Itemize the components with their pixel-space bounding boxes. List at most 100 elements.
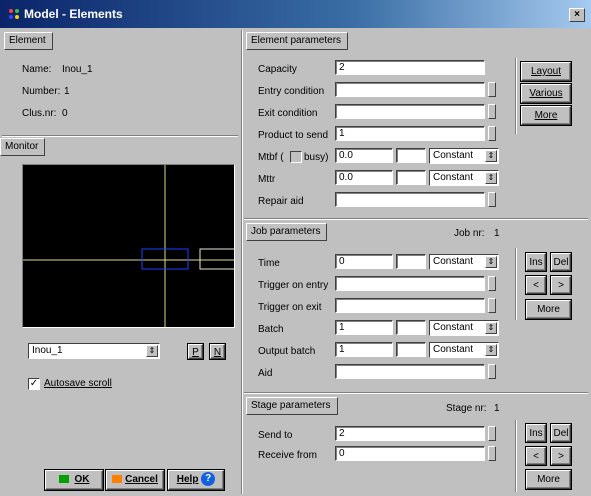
send-to-button[interactable] [488, 426, 496, 441]
time-input[interactable]: 0 [335, 254, 393, 269]
number-value: 1 [64, 86, 70, 97]
help-button[interactable]: Help ? [168, 470, 224, 490]
job-more-button[interactable]: More [526, 300, 571, 319]
stage-next-button[interactable]: > [551, 447, 571, 465]
receive-from-button[interactable] [488, 446, 496, 461]
repair-aid-label: Repair aid [258, 196, 304, 207]
job-del-button[interactable]: Del [551, 253, 571, 271]
receive-from-label: Receive from [258, 450, 317, 461]
repair-aid-button[interactable] [488, 192, 496, 207]
mttr-distribution-value: Constant [433, 172, 474, 183]
various-button[interactable]: Various [521, 84, 571, 103]
name-label: Name: [22, 64, 52, 75]
cancel-button[interactable]: Cancel [106, 470, 164, 490]
entry-condition-label: Entry condition [258, 86, 325, 97]
tab-element: Element [4, 32, 53, 50]
mttr-param-input[interactable] [396, 170, 426, 185]
capacity-input[interactable]: 2 [335, 60, 485, 75]
aid-label: Aid [258, 368, 273, 379]
trigger-entry-input[interactable] [335, 276, 485, 291]
stage-nr-value: 1 [494, 403, 500, 414]
product-label: Product to send [258, 130, 329, 141]
batch-param-input[interactable] [396, 320, 426, 335]
autosave-label: Autosave scroll [44, 378, 112, 389]
mttr-distribution-select[interactable]: Constant ⇕ [429, 170, 499, 186]
trigger-entry-label: Trigger on entry [258, 280, 329, 291]
stage-del-button[interactable]: Del [551, 424, 571, 442]
busy-label: busy) [304, 152, 329, 163]
cancel-icon [112, 475, 123, 484]
mttr-input[interactable]: 0.0 [335, 170, 393, 185]
repair-aid-input[interactable] [335, 192, 485, 207]
trigger-entry-button[interactable] [488, 276, 496, 291]
monitor-canvas [23, 165, 234, 327]
entry-condition-button[interactable] [488, 82, 496, 97]
layout-button[interactable]: Layout [521, 62, 571, 81]
autosave-checkbox[interactable]: ✓ [28, 378, 40, 390]
dropdown-arrow-icon[interactable]: ⇕ [485, 344, 497, 356]
job-stage-divider [244, 392, 588, 394]
clusnr-label: Clus.nr: [22, 108, 57, 119]
output-batch-param-input[interactable] [396, 342, 426, 357]
batch-input[interactable]: 1 [335, 320, 393, 335]
ok-button[interactable]: OK [45, 470, 103, 490]
job-next-button[interactable]: > [551, 276, 571, 294]
output-batch-distribution-select[interactable]: Constant ⇕ [429, 342, 499, 358]
p-button[interactable]: P [188, 344, 203, 359]
dropdown-arrow-icon[interactable]: ⇕ [485, 150, 497, 162]
element-job-divider [244, 218, 588, 220]
window-title: Model - Elements [24, 7, 123, 21]
element-more-button[interactable]: More [521, 106, 571, 125]
capacity-label: Capacity [258, 64, 297, 75]
title-bar[interactable]: Model - Elements × [0, 0, 591, 28]
dropdown-arrow-icon[interactable]: ⇕ [146, 345, 158, 357]
entry-condition-input[interactable] [335, 82, 485, 97]
aid-button[interactable] [488, 364, 496, 379]
batch-label: Batch [258, 324, 284, 335]
dropdown-arrow-icon[interactable]: ⇕ [485, 322, 497, 334]
trigger-exit-button[interactable] [488, 298, 496, 313]
exit-condition-label: Exit condition [258, 108, 318, 119]
output-batch-input[interactable]: 1 [335, 342, 393, 357]
dropdown-arrow-icon[interactable]: ⇕ [485, 172, 497, 184]
batch-distribution-value: Constant [433, 322, 474, 333]
dropdown-arrow-icon[interactable]: ⇕ [485, 256, 497, 268]
send-to-label: Send to [258, 430, 293, 441]
job-prev-button[interactable]: < [526, 276, 546, 294]
time-param-input[interactable] [396, 254, 426, 269]
batch-distribution-select[interactable]: Constant ⇕ [429, 320, 499, 336]
busy-checkbox[interactable] [290, 151, 302, 163]
product-button[interactable] [488, 126, 496, 141]
model-elements-window: Model - Elements × Element Name: Inou_1 … [0, 0, 591, 496]
mtbf-input[interactable]: 0.0 [335, 148, 393, 163]
monitor-select[interactable]: Inou_1 ⇕ [28, 343, 160, 359]
element-buttons-divider [515, 58, 517, 134]
product-input[interactable]: 1 [335, 126, 485, 141]
stage-more-button[interactable]: More [526, 470, 571, 489]
mtbf-label: Mtbf ( [258, 152, 284, 163]
receive-from-input[interactable]: 0 [335, 446, 485, 461]
stage-ins-button[interactable]: Ins [526, 424, 546, 442]
clusnr-value: 0 [62, 108, 68, 119]
monitor-view[interactable] [22, 164, 235, 328]
number-label: Number: [22, 86, 61, 97]
tab-stage-parameters: Stage parameters [246, 397, 338, 415]
stage-nr-label: Stage nr: [446, 403, 487, 414]
mttr-label: Mttr [258, 174, 276, 185]
name-value: Inou_1 [62, 64, 93, 75]
mtbf-distribution-select[interactable]: Constant ⇕ [429, 148, 499, 164]
n-button[interactable]: N [210, 344, 225, 359]
time-distribution-select[interactable]: Constant ⇕ [429, 254, 499, 270]
exit-condition-button[interactable] [488, 104, 496, 119]
mtbf-param-input[interactable] [396, 148, 426, 163]
send-to-input[interactable]: 2 [335, 426, 485, 441]
job-ins-button[interactable]: Ins [526, 253, 546, 271]
trigger-exit-input[interactable] [335, 298, 485, 313]
aid-input[interactable] [335, 364, 485, 379]
ok-icon [58, 475, 69, 484]
exit-condition-input[interactable] [335, 104, 485, 119]
stage-prev-button[interactable]: < [526, 447, 546, 465]
stage-buttons-divider [515, 420, 517, 492]
job-buttons-divider [515, 248, 517, 320]
close-button[interactable]: × [569, 8, 585, 22]
